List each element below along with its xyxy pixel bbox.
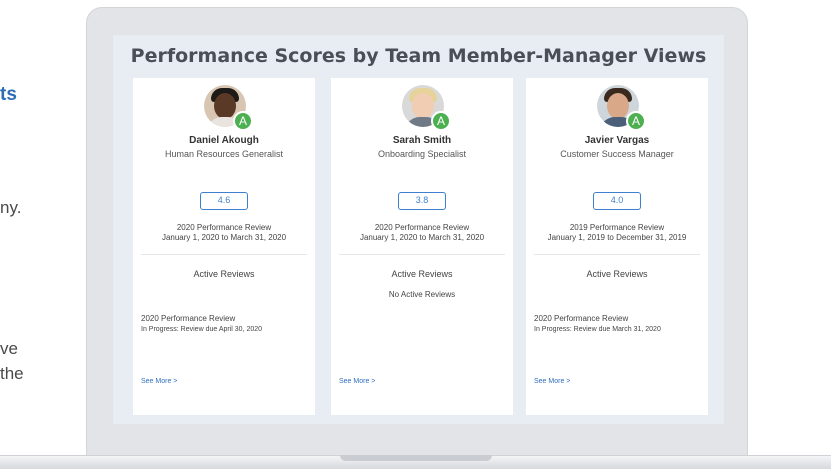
- review-title: 2019 Performance Review: [569, 223, 665, 232]
- review-title: 2020 Performance Review: [176, 223, 272, 232]
- member-name: Javier Vargas: [584, 135, 650, 146]
- performance-score[interactable]: 4.6: [200, 192, 248, 210]
- member-name: Daniel Akough: [189, 135, 259, 146]
- performance-score[interactable]: 4.0: [593, 192, 641, 210]
- review-dates: January 1, 2019 to December 31, 2019: [547, 233, 687, 242]
- status-badge: A: [626, 111, 646, 131]
- background-text-line-3: the: [0, 364, 24, 383]
- team-member-card: A Javier Vargas Customer Success Manager…: [526, 78, 708, 415]
- status-badge: A: [431, 111, 451, 131]
- laptop-screen: Performance Scores by Team Member-Manage…: [113, 35, 724, 424]
- member-role: Human Resources Generalist: [164, 149, 284, 159]
- review-dates: January 1, 2020 to March 31, 2020: [161, 233, 287, 242]
- background-heading-fragment: ts: [0, 84, 17, 105]
- active-review-status: In Progress: Review due March 31, 2020: [534, 326, 661, 333]
- status-badge: A: [233, 111, 253, 131]
- divider: [534, 254, 700, 255]
- laptop-notch: [340, 455, 492, 461]
- active-review-title[interactable]: 2020 Performance Review: [534, 314, 628, 323]
- see-more-link[interactable]: See More >: [141, 378, 177, 385]
- divider: [339, 254, 505, 255]
- performance-score[interactable]: 3.8: [398, 192, 446, 210]
- active-reviews-heading: Active Reviews: [391, 269, 453, 279]
- active-review-status: In Progress: Review due April 30, 2020: [141, 326, 263, 333]
- background-text-line-2: ve: [0, 339, 18, 358]
- see-more-link[interactable]: See More >: [339, 378, 375, 385]
- page-title: Performance Scores by Team Member-Manage…: [130, 45, 707, 67]
- see-more-link[interactable]: See More >: [534, 378, 570, 385]
- active-reviews-heading: Active Reviews: [586, 269, 648, 279]
- review-title: 2020 Performance Review: [374, 223, 470, 232]
- member-role: Onboarding Specialist: [377, 149, 467, 159]
- active-reviews-heading: Active Reviews: [193, 269, 255, 279]
- no-active-reviews-text: No Active Reviews: [388, 290, 456, 299]
- member-role: Customer Success Manager: [560, 149, 674, 159]
- divider: [141, 254, 307, 255]
- team-member-card: A Sarah Smith Onboarding Specialist 3.8 …: [331, 78, 513, 415]
- active-review-title[interactable]: 2020 Performance Review: [141, 314, 235, 323]
- team-member-card: A Daniel Akough Human Resources Generali…: [133, 78, 315, 415]
- member-name: Sarah Smith: [392, 135, 452, 146]
- background-text-line-1: ny.: [0, 198, 22, 217]
- review-dates: January 1, 2020 to March 31, 2020: [359, 233, 485, 242]
